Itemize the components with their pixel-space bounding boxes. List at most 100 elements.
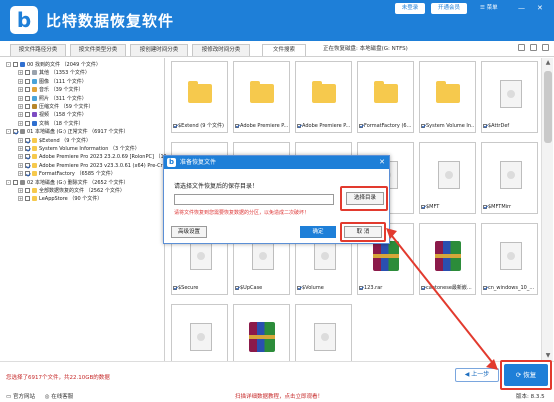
tree-item[interactable]: + 压缩文件 （59 个文件） [18,103,94,111]
expander-icon[interactable]: - [6,179,11,185]
tree-item[interactable]: + 其他 （1353 个文件） [18,69,90,77]
tile-checkbox[interactable] [421,285,425,290]
tile-checkbox[interactable] [359,123,363,128]
tree-checkbox[interactable] [25,171,30,177]
dialog-close-icon[interactable]: ✕ [379,158,385,167]
tab-by-created[interactable]: 按创建时间分类 [130,44,188,56]
expander-icon[interactable]: + [18,104,23,109]
expander-icon[interactable]: + [18,146,23,151]
tree-item[interactable]: + Adobe Premiere Pro 2023 v23.3.0.61 (x64… [18,162,187,170]
expander-icon[interactable]: + [18,95,23,101]
website-link[interactable]: 官方网站 [13,394,35,400]
login-button[interactable]: 未登录 [395,3,425,14]
expander-icon[interactable]: + [18,137,23,143]
tree-checkbox[interactable] [25,70,30,76]
grid-view-icon[interactable] [518,44,525,51]
scroll-thumb[interactable] [544,71,552,143]
tile-checkbox[interactable] [173,285,177,290]
file-tile[interactable]: $Extend (9 个文件) [171,61,228,133]
file-tile[interactable]: Adobe Premiere P... [295,61,352,133]
tree-checkbox[interactable] [25,95,30,101]
choose-folder-button[interactable]: 选择目录 [346,192,384,205]
file-tile[interactable]: cantonese最新嵌... [419,223,476,295]
previous-step-button[interactable]: ◀ 上一步 [455,368,499,382]
file-tile[interactable]: FormatFactory (6... [357,61,414,133]
service-link[interactable]: 在线客服 [51,394,73,400]
expander-icon[interactable]: + [18,196,23,202]
tree-checkbox[interactable] [25,196,30,202]
scroll-up-icon[interactable]: ▲ [542,58,554,68]
tab-by-type[interactable]: 按文件类型分类 [70,44,126,56]
tree-item[interactable]: - 00 找到的文件 （2049 个文件） [6,61,101,69]
tree-item[interactable]: + $Extend （9 个文件） [18,137,91,145]
menu-button[interactable]: ☰ 菜单 [480,4,498,12]
tile-checkbox[interactable] [483,285,487,290]
file-tile[interactable]: Adobe Premiere P... [233,61,290,133]
expander-icon[interactable]: + [18,154,23,160]
list-view-icon[interactable] [530,44,537,51]
expander-icon[interactable]: + [18,78,23,84]
tree-item[interactable]: + 照片 （311 个文件） [18,95,87,103]
tile-checkbox[interactable] [483,204,487,209]
advanced-settings-button[interactable]: 高级设置 [171,226,207,238]
tree-checkbox[interactable] [13,179,18,185]
tree-item[interactable]: + 图像 （111 个文件） [18,78,87,86]
tile-checkbox[interactable] [483,123,487,128]
tree-checkbox[interactable] [13,129,18,135]
tile-checkbox[interactable] [421,204,425,209]
tab-by-modified[interactable]: 按修改时间分类 [192,44,250,56]
expander-icon[interactable]: + [18,112,23,118]
file-tile[interactable]: $MFT [419,142,476,214]
tree-item[interactable]: + 全部数据恢复的文件 （2562 个文件） [18,187,125,195]
expander-icon[interactable]: + [18,70,23,76]
tab-by-path[interactable]: 按文件路径分类 [10,44,66,56]
expander-icon[interactable]: + [18,87,23,93]
close-icon[interactable]: ✕ [537,4,543,12]
tree-checkbox[interactable] [25,146,30,151]
tile-checkbox[interactable] [297,123,301,128]
tile-checkbox[interactable] [235,123,239,128]
scrollbar[interactable]: ▲ ▼ [541,58,553,361]
minimize-icon[interactable]: — [518,4,525,12]
tree-item[interactable]: - 01 本地磁盘 (G:) 正常文件 （6917 个文件） [6,128,129,136]
tree-checkbox[interactable] [25,104,30,109]
tile-checkbox[interactable] [173,123,177,128]
expander-icon[interactable]: + [18,120,23,126]
tile-checkbox[interactable] [297,285,301,290]
tree-item[interactable]: + 视频 （158 个文件） [18,111,87,119]
file-tile[interactable]: $AttrDef [481,61,538,133]
file-tile[interactable]: System Volume In... [419,61,476,133]
expander-icon[interactable]: - [6,62,11,67]
buy-member-button[interactable]: 开通会员 [431,3,467,14]
tree-checkbox[interactable] [25,162,30,168]
tree-checkbox[interactable] [25,137,30,143]
tree-item[interactable]: + 音乐 （39 个文件） [18,86,84,94]
tree-item[interactable]: + LeAppStore （90 个文件） [18,195,102,203]
tree-checkbox[interactable] [25,112,30,118]
save-path-input[interactable] [174,194,334,205]
expander-icon[interactable]: + [18,171,23,177]
tile-checkbox[interactable] [359,285,363,290]
file-tile[interactable]: cn_windows_10_... [481,223,538,295]
file-tile[interactable]: $MFTMirr [481,142,538,214]
tree-checkbox[interactable] [25,188,30,193]
tree-item[interactable]: - 02 本地磁盘 (G:) 删除文件 （2652 个文件） [6,179,129,187]
tree-checkbox[interactable] [13,62,18,67]
tile-checkbox[interactable] [235,285,239,290]
tree-checkbox[interactable] [25,87,30,93]
expander-icon[interactable]: - [6,129,11,135]
cancel-button[interactable]: 取 消 [344,226,382,238]
ok-button[interactable]: 确定 [300,226,336,238]
tile-checkbox[interactable] [421,123,425,128]
tree-item[interactable]: + FormatFactory （6585 个文件） [18,170,116,178]
expander-icon[interactable]: + [18,188,23,193]
tab-search[interactable]: 文件搜索 [262,44,306,56]
tree-checkbox[interactable] [25,154,30,160]
tree-checkbox[interactable] [25,120,30,126]
tree-checkbox[interactable] [25,78,30,84]
detail-view-icon[interactable] [542,44,549,51]
tree-item[interactable]: + System Volume Information （3 个文件） [18,145,140,153]
expander-icon[interactable]: + [18,162,23,168]
tree-item[interactable]: + 文档 （18 个文件） [18,120,84,128]
tutorial-link[interactable]: 扫描详细数据教程，点击立即观看！ [235,392,323,400]
